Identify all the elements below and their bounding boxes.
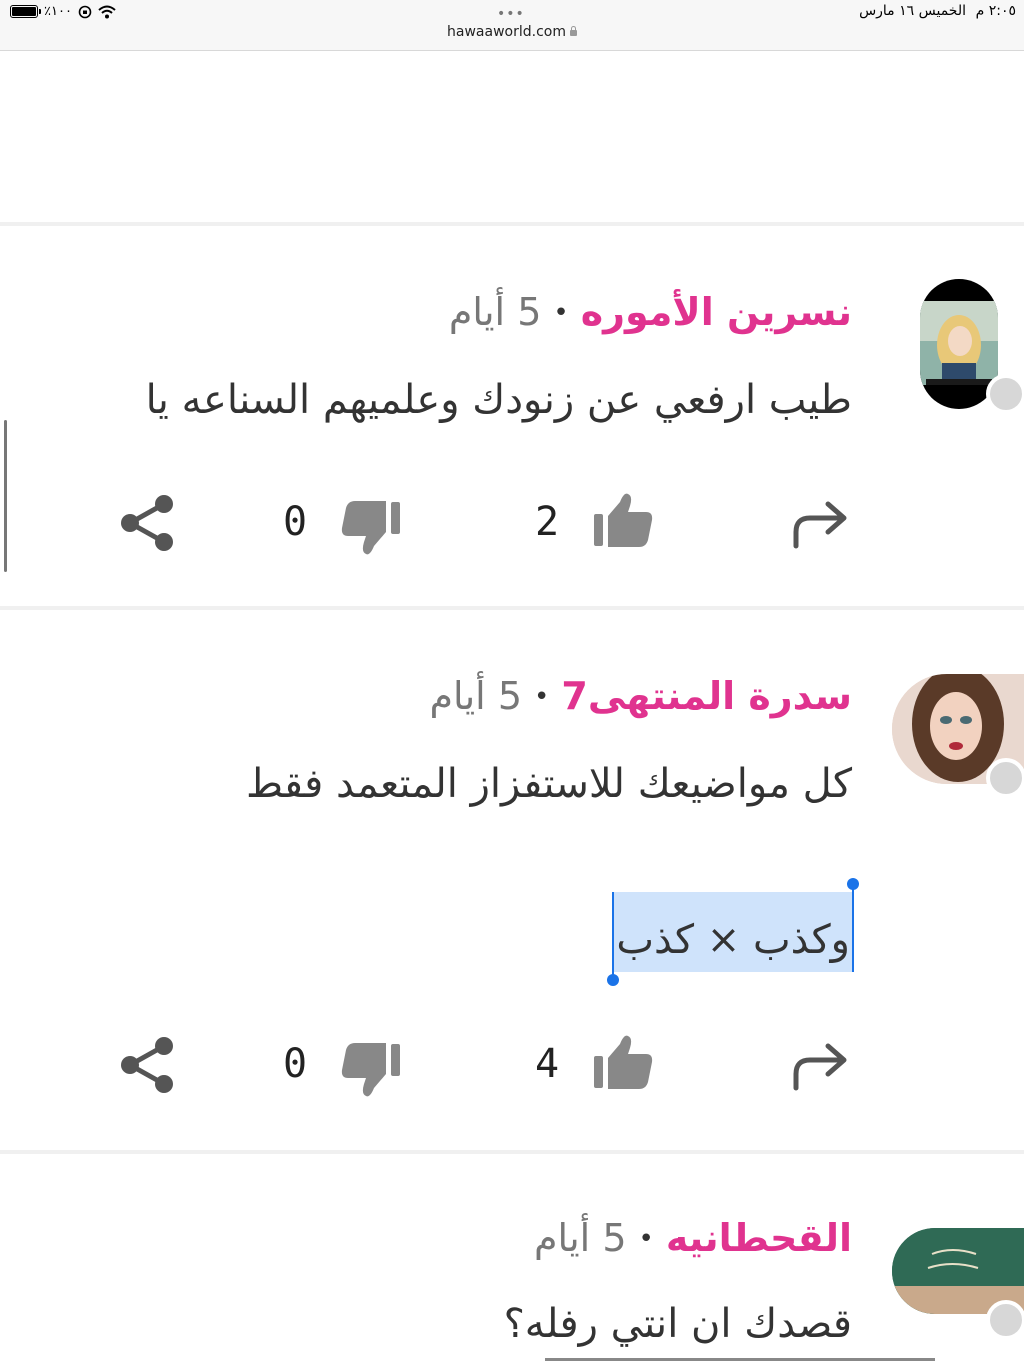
lock-icon <box>569 26 577 36</box>
orientation-lock-icon <box>78 5 92 18</box>
author-name[interactable]: نسرين الأموره <box>581 290 852 334</box>
like-count: 4 <box>535 1041 560 1087</box>
divider <box>0 606 1024 610</box>
battery-icon <box>10 5 41 18</box>
comment-time: 5 أيام <box>429 674 523 718</box>
author-name[interactable]: سدرة المنتهى7 <box>561 674 852 718</box>
comment-header: سدرة المنتهى7 • 5 أيام <box>430 670 853 727</box>
text-cursor-line <box>4 420 7 572</box>
status-bar: ٪١٠٠ ••• hawaaworld.com الخميس ١٦ مارس ٢… <box>0 0 1024 51</box>
tab-dots-icon[interactable]: ••• <box>497 6 525 22</box>
selection-handle-end[interactable] <box>847 878 859 972</box>
comment-header: نسرين الأموره • 5 أيام <box>449 286 852 343</box>
reply-icon[interactable] <box>788 1034 852 1094</box>
selection-handle-start[interactable] <box>607 892 620 986</box>
status-dot <box>986 758 1024 798</box>
selected-text: وكذب × كذب <box>616 917 850 963</box>
battery-level: ٪١٠٠ <box>44 4 72 19</box>
like-count: 2 <box>535 499 560 545</box>
divider <box>0 222 1024 226</box>
divider <box>0 1150 1024 1154</box>
dot-separator: • <box>553 298 569 328</box>
wifi-icon <box>98 5 116 18</box>
author-name[interactable]: القحطانيه <box>666 1216 852 1260</box>
reply-icon[interactable] <box>788 492 852 552</box>
status-date: الخميس ١٦ مارس <box>859 3 966 19</box>
thumbs-up-icon[interactable] <box>592 1032 654 1092</box>
text-underline <box>545 1358 935 1361</box>
thumbs-down-icon[interactable] <box>340 498 402 558</box>
comment-body: كل مواضيعك للاستفزاز المتعمد فقط <box>245 761 852 807</box>
share-icon[interactable] <box>118 1036 176 1094</box>
comment-actions: 4 0 <box>0 1030 1024 1100</box>
comment-body: طيب ارفعي عن زنودك وعلميهم السناعه يا <box>145 377 852 423</box>
text-selection[interactable]: وكذب × كذب <box>607 878 859 986</box>
address-bar[interactable]: hawaaworld.com <box>0 24 1024 40</box>
share-icon[interactable] <box>118 494 176 552</box>
status-left: ٪١٠٠ <box>10 4 116 19</box>
comment-time: 5 أيام <box>534 1216 627 1260</box>
thumbs-up-icon[interactable] <box>592 490 654 550</box>
status-time: ٢:٠٥ م <box>975 3 1016 19</box>
thumbs-down-icon[interactable] <box>340 1040 402 1100</box>
status-dot <box>986 1300 1024 1340</box>
dot-separator: • <box>638 1224 654 1254</box>
comment-time: 5 أيام <box>448 290 542 334</box>
comment-actions: 2 0 <box>0 488 1024 558</box>
dot-separator: • <box>534 682 550 712</box>
comment-header: القحطانيه • 5 أيام <box>534 1212 852 1269</box>
dislike-count: 0 <box>283 499 308 545</box>
comment-body: قصدك ان انتي رفله؟ <box>503 1301 852 1347</box>
status-dot <box>986 374 1024 414</box>
url-text: hawaaworld.com <box>447 24 566 40</box>
dislike-count: 0 <box>283 1041 308 1087</box>
comment-body-selected[interactable]: وكذب × كذب <box>607 878 859 986</box>
